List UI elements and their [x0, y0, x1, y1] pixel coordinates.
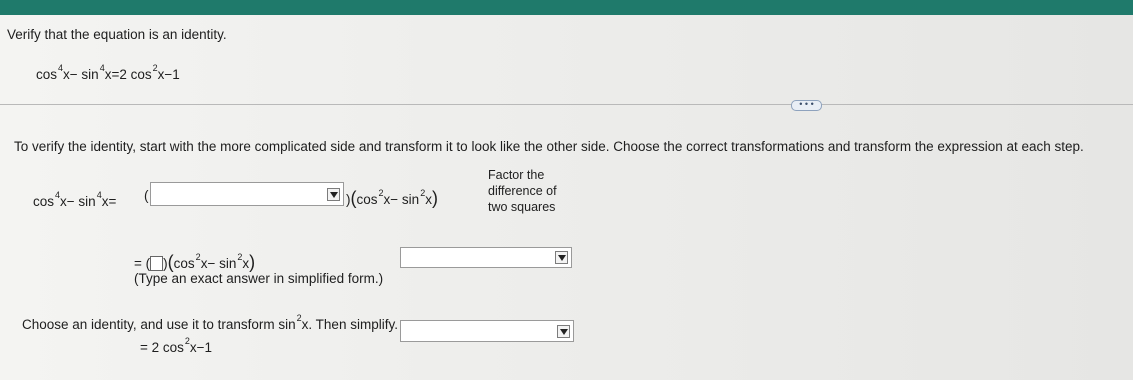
step2-dropdown[interactable] [400, 247, 572, 268]
expand-more-button[interactable]: • • • [791, 100, 822, 111]
step3-identity-dropdown[interactable] [400, 320, 574, 342]
step1-factor-dropdown[interactable] [150, 182, 344, 206]
step3-instruction: Choose an identity, and use it to transf… [22, 313, 398, 332]
instruction-text: Verify that the equation is an identity. [7, 27, 227, 42]
identity-equation: cos4x− sin4x=2 cos2x−1 [36, 63, 180, 82]
step2-hint: (Type an exact answer in simplified form… [134, 271, 384, 286]
dropdown-arrow-icon[interactable] [327, 188, 340, 201]
intro-text: To verify the identity, start with the m… [14, 139, 1084, 154]
step2-answer-input[interactable] [150, 256, 164, 271]
divider [0, 104, 1133, 105]
dropdown-arrow-icon[interactable] [555, 251, 568, 264]
step2-expression: = ()(cos2x− sin2x) [134, 252, 256, 272]
step1-open-paren: ( [144, 188, 149, 203]
step3-result: = 2 cos2x−1 [140, 336, 213, 355]
dropdown-arrow-icon[interactable] [557, 325, 570, 338]
top-bar [0, 0, 1133, 15]
step1-note: Factor the difference of two squares [488, 168, 557, 214]
step1-lhs: cos4x− sin4x= [33, 190, 117, 209]
step1-factor: )(cos2x− sin2x) [346, 188, 438, 208]
